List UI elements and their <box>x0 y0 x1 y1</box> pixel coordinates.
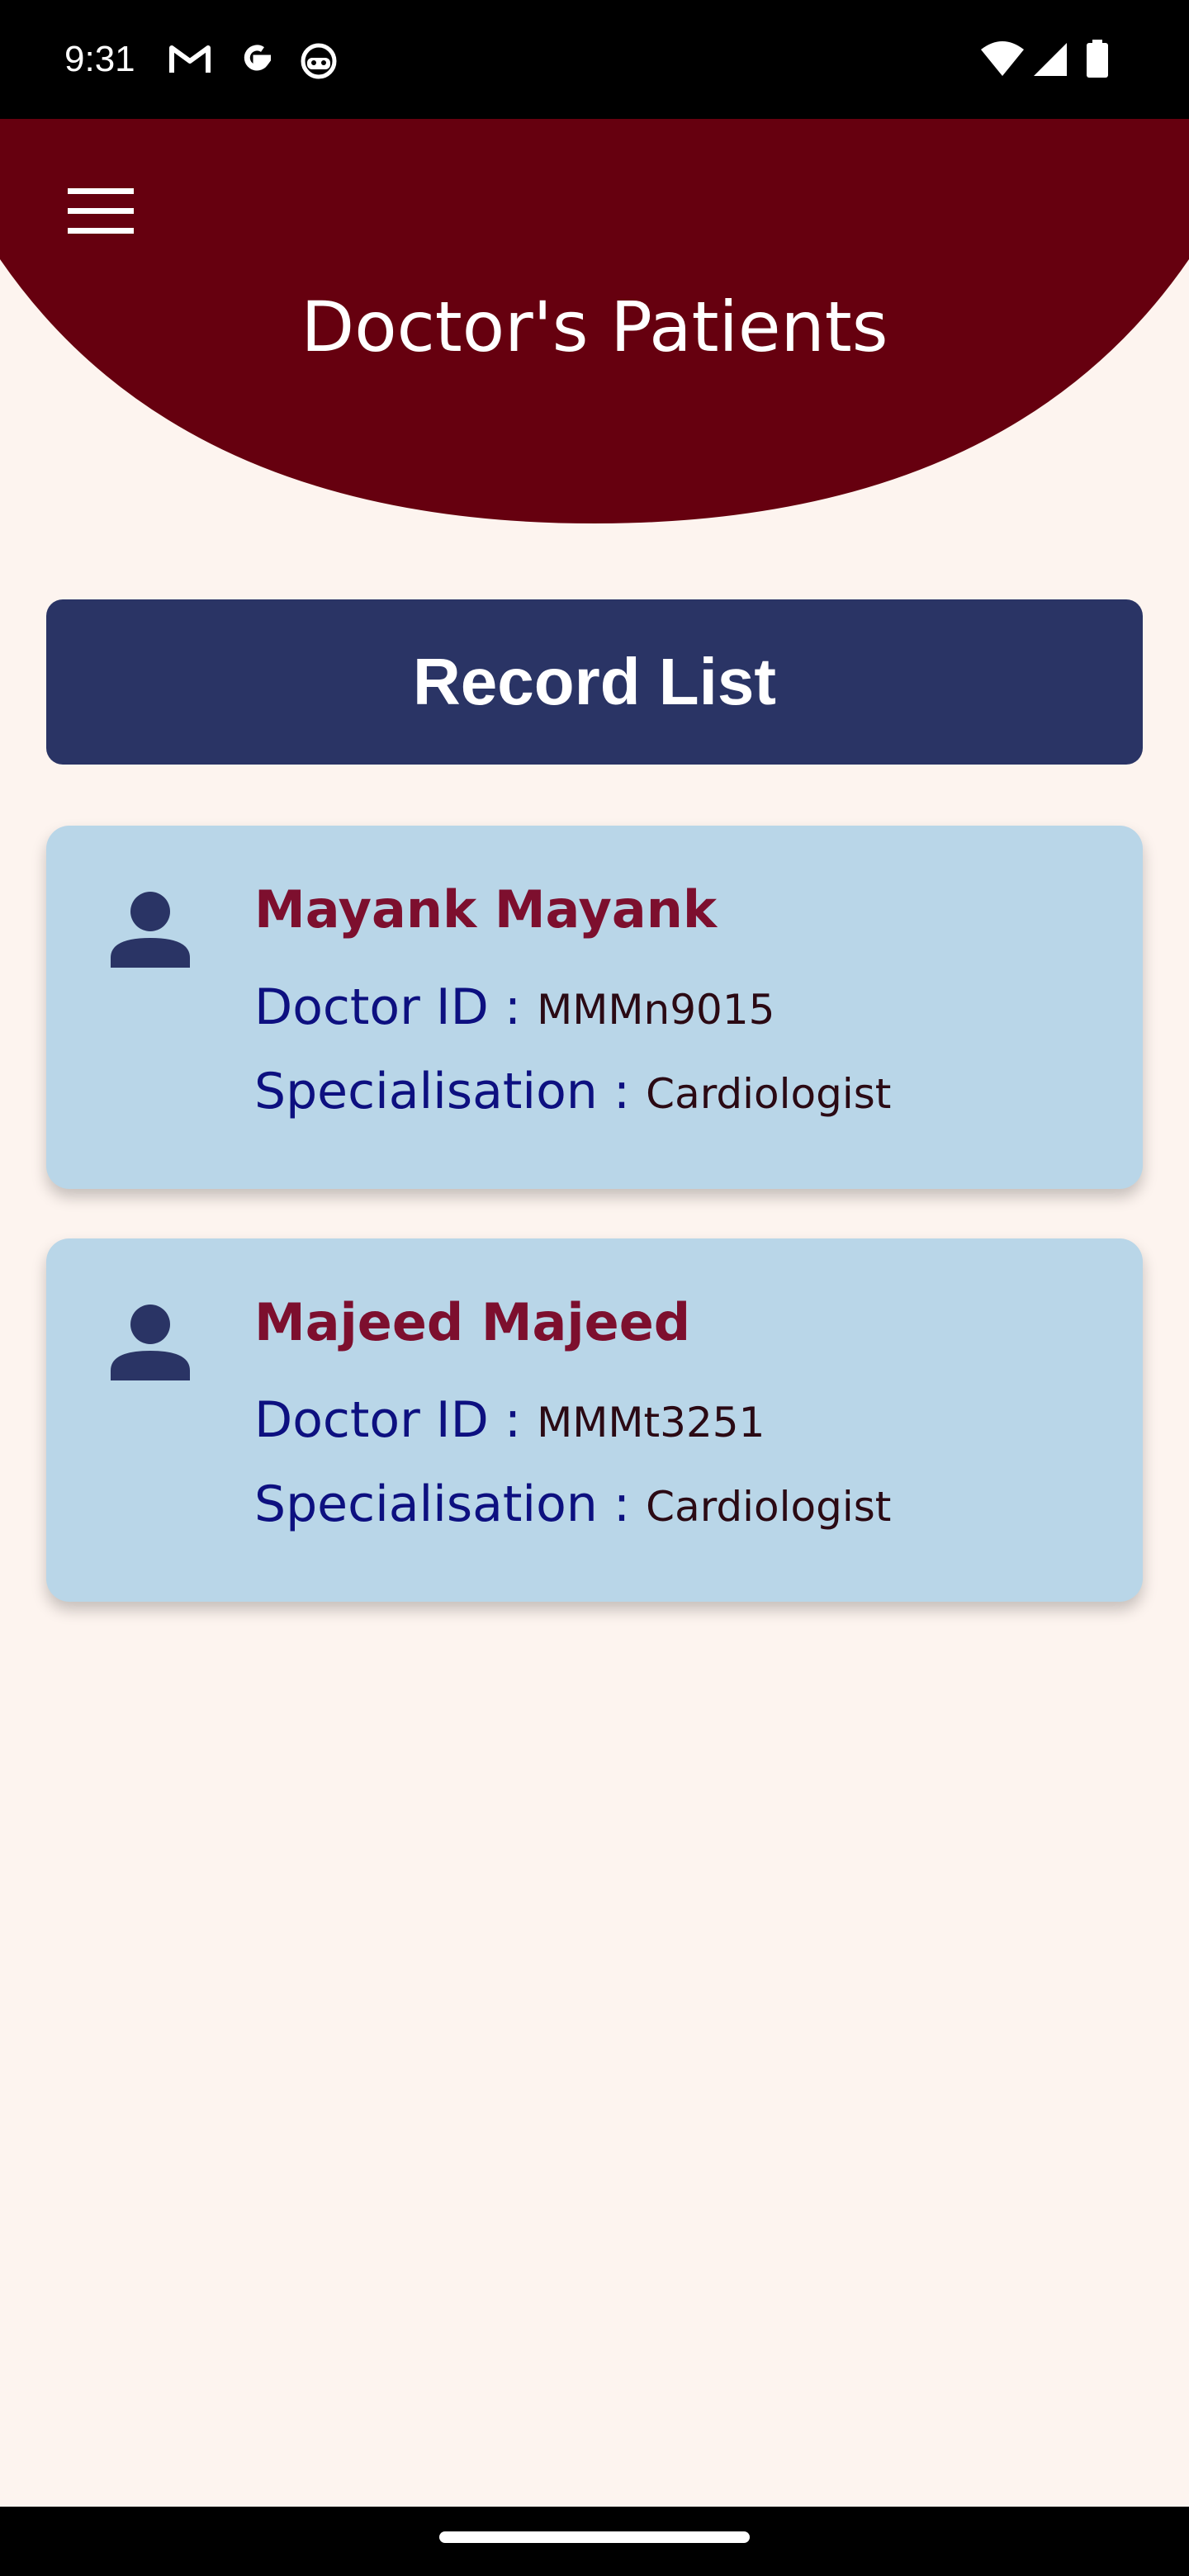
signal-icon <box>1034 43 1067 76</box>
home-indicator[interactable] <box>439 2531 750 2543</box>
record-list-button[interactable]: Record List <box>46 599 1143 765</box>
doctor-card[interactable]: Majeed Majeed Doctor ID : MMMt3251 Speci… <box>46 1238 1143 1602</box>
status-time: 9:31 <box>64 39 135 79</box>
menu-button[interactable] <box>61 177 140 246</box>
specialisation-row: Specialisation : Cardiologist <box>254 1471 891 1550</box>
header: Doctor's Patients <box>0 119 1189 532</box>
specialisation-value: Cardiologist <box>646 1483 892 1531</box>
wifi-icon <box>981 41 1024 76</box>
specialisation-value: Cardiologist <box>646 1070 892 1118</box>
doctor-id-value: MMMt3251 <box>537 1399 765 1447</box>
gmail-icon <box>169 45 211 73</box>
specialisation-row: Specialisation : Cardiologist <box>254 1058 891 1137</box>
android-debug-icon <box>301 43 337 79</box>
doctor-id-row: Doctor ID : MMMn9015 <box>254 974 775 1053</box>
specialisation-label: Specialisation : <box>254 1063 647 1120</box>
navigation-bar <box>0 2507 1189 2576</box>
status-bar: 9:31 <box>0 0 1189 119</box>
hamburger-menu-icon <box>68 188 134 234</box>
doctor-id-value: MMMn9015 <box>537 986 775 1034</box>
google-icon <box>244 45 271 71</box>
person-icon <box>111 892 190 968</box>
page-title: Doctor's Patients <box>301 286 888 367</box>
doctor-id-label: Doctor ID : <box>254 1391 538 1449</box>
battery-icon <box>1087 40 1108 78</box>
doctor-id-row: Doctor ID : MMMt3251 <box>254 1387 765 1466</box>
doctor-id-label: Doctor ID : <box>254 978 538 1036</box>
doctor-name: Majeed Majeed <box>254 1292 691 1352</box>
person-icon <box>111 1305 190 1380</box>
doctor-card[interactable]: Mayank Mayank Doctor ID : MMMn9015 Speci… <box>46 826 1143 1189</box>
specialisation-label: Specialisation : <box>254 1475 647 1533</box>
doctor-name: Mayank Mayank <box>254 879 718 940</box>
